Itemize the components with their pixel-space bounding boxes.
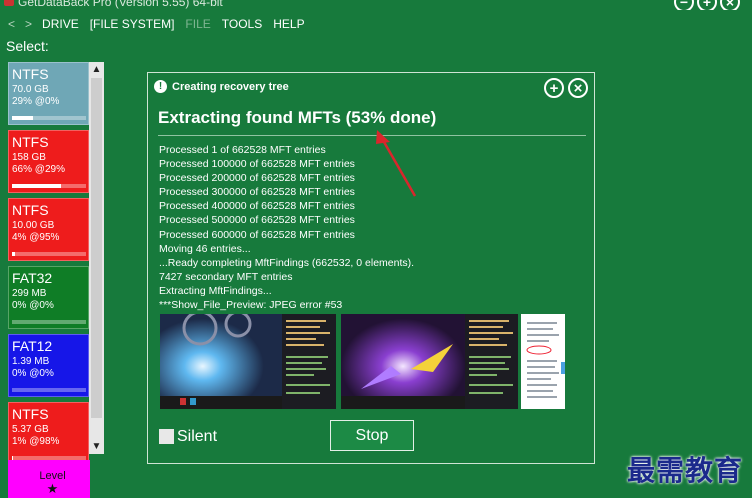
drive-tile[interactable]: FAT32 299 MB 0% @0%	[8, 266, 89, 329]
drive-usage: 1% @98%	[12, 436, 60, 447]
drive-tile[interactable]: NTFS 10.00 GB 4% @95%	[8, 198, 89, 261]
drive-usage-bar	[12, 116, 86, 120]
info-icon: !	[154, 80, 167, 93]
watermark-logo: 最需教育	[627, 454, 744, 487]
drive-usage: 4% @95%	[12, 232, 60, 243]
app-icon	[4, 0, 14, 6]
drive-size: 5.37 GB	[12, 424, 49, 435]
log-line: Processed 500000 of 662528 MFT entries	[159, 214, 355, 227]
drive-tile[interactable]: FAT12 1.39 MB 0% @0%	[8, 334, 89, 397]
drive-tile[interactable]: NTFS 158 GB 66% @29%	[8, 130, 89, 193]
file-preview-thumbnail[interactable]	[160, 314, 336, 409]
drive-usage-fill	[12, 184, 61, 188]
drive-fs: NTFS	[12, 406, 49, 422]
log-line: Processed 400000 of 662528 MFT entries	[159, 200, 355, 213]
level-tile[interactable]: Level ★	[8, 460, 90, 498]
scroll-down-icon[interactable]: ▼	[89, 439, 104, 454]
log-line: 7427 secondary MFT entries	[159, 270, 293, 283]
drive-usage-bar	[12, 184, 86, 188]
file-preview-thumbnail[interactable]	[521, 314, 565, 409]
log-line: Processed 600000 of 662528 MFT entries	[159, 228, 355, 241]
menu-file-system[interactable]: [FILE SYSTEM]	[90, 17, 175, 31]
log-line: Extracting MftFindings...	[159, 284, 272, 297]
drive-usage: 0% @0%	[12, 300, 54, 311]
menu-help[interactable]: HELP	[273, 17, 304, 31]
annotation-arrow-icon	[376, 130, 417, 197]
drive-usage-bar	[12, 252, 86, 256]
drive-fs: NTFS	[12, 66, 49, 82]
drive-usage: 29% @0%	[12, 96, 60, 107]
maximize-button[interactable]: +	[697, 0, 717, 10]
drive-usage-bar	[12, 388, 86, 392]
back-arrow-icon[interactable]: <	[8, 17, 15, 31]
add-button[interactable]: +	[544, 78, 564, 98]
menu-drive[interactable]: DRIVE	[42, 17, 79, 31]
drive-size: 10.00 GB	[12, 220, 55, 231]
file-preview-thumbnail[interactable]	[341, 314, 518, 409]
drive-list: NTFS 70.0 GB 29% @0% NTFS 158 GB 66% @29…	[7, 62, 90, 498]
drive-usage: 66% @29%	[12, 164, 65, 175]
drive-size: 299 MB	[12, 288, 47, 299]
log-line: ***Show_File_Preview: JPEG error #53	[159, 299, 343, 312]
drive-usage-fill	[12, 252, 15, 256]
silent-checkbox[interactable]	[159, 429, 174, 444]
app-title: GetDataBack Pro (Version 5.55) 64-bit	[18, 0, 223, 9]
forward-arrow-icon[interactable]: >	[25, 17, 32, 31]
menu-bar: < > DRIVE [FILE SYSTEM] FILE TOOLS HELP	[8, 15, 316, 33]
drive-tile[interactable]: NTFS 70.0 GB 29% @0%	[8, 62, 89, 125]
drive-fs: FAT32	[12, 270, 53, 286]
drive-fs: NTFS	[12, 134, 49, 150]
progress-heading: Extracting found MFTs (53% done)	[158, 108, 437, 127]
dialog-header: ! Creating recovery tree	[154, 80, 289, 93]
title-bar: GetDataBack Pro (Version 5.55) 64-bit − …	[0, 0, 752, 10]
scroll-thumb[interactable]	[91, 78, 102, 418]
menu-tools[interactable]: TOOLS	[222, 17, 262, 31]
drive-fs: FAT12	[12, 338, 53, 354]
drive-size: 1.39 MB	[12, 356, 50, 367]
menu-file: FILE	[185, 17, 211, 31]
dialog-title: Creating recovery tree	[172, 80, 289, 93]
drive-size: 70.0 GB	[12, 84, 49, 95]
scroll-up-icon[interactable]: ▲	[89, 62, 104, 77]
drive-size: 158 GB	[12, 152, 46, 163]
drive-usage-fill	[12, 116, 34, 120]
drive-usage-bar	[12, 320, 86, 324]
drive-usage: 0% @0%	[12, 368, 54, 379]
drive-tile[interactable]: NTFS 5.37 GB 1% @98%	[8, 402, 89, 465]
drive-fs: NTFS	[12, 202, 49, 218]
close-window-button[interactable]: ×	[720, 0, 740, 10]
select-label: Select:	[6, 38, 49, 54]
log-line: Moving 46 entries...	[159, 242, 251, 255]
stop-button[interactable]: Stop	[330, 420, 414, 451]
drive-list-scrollbar[interactable]: ▲ ▼	[89, 62, 104, 454]
close-dialog-button[interactable]: ×	[568, 78, 588, 98]
silent-label: Silent	[177, 428, 218, 445]
log-line: ...Ready completing MftFindings (662532,…	[159, 256, 415, 269]
star-icon: ★	[46, 481, 59, 496]
minimize-button[interactable]: −	[674, 0, 694, 10]
